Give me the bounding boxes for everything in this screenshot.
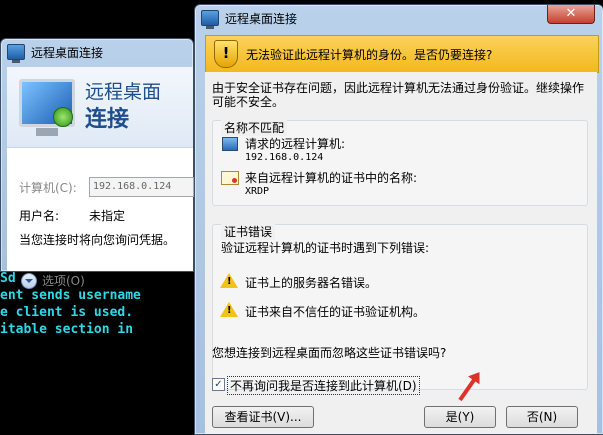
cert-name-value: XRDP (245, 186, 270, 197)
credential-note: 当您连接时将向您询问凭据。 (19, 233, 176, 247)
warning-triangle-icon: ! (220, 302, 238, 317)
cert-error-group: 证书错误 验证远程计算机的证书时遇到下列错误: ! 证书上的服务器名错误。 ! … (212, 223, 588, 390)
warning-text: 无法验证此远程计算机的身份。是否仍要连接? (246, 47, 493, 62)
expand-circle-icon (21, 272, 37, 289)
options-label: 选项(O) (42, 274, 85, 288)
username-value: 未指定 (89, 209, 126, 223)
name-mismatch-title: 名称不匹配 (221, 119, 288, 136)
banner-title-line1: 远程桌面 (85, 81, 162, 103)
options-button[interactable]: 选项(O) (21, 272, 85, 289)
requested-label: 请求的远程计算机: (245, 137, 346, 151)
back-window-body: 远程桌面 连接 计算机(C): 192.168.0.124 用户名: 未指定 当… (7, 67, 194, 289)
computer-label: 计算机(C): (19, 181, 77, 195)
username-label: 用户名: (19, 209, 60, 223)
cert-error-description: 验证远程计算机的证书时遇到下列错误: (221, 241, 430, 255)
no-button[interactable]: 否(N) (506, 406, 578, 428)
warning-triangle-icon: ! (220, 273, 238, 288)
back-banner: 远程桌面 连接 (7, 67, 193, 148)
connection-badge-icon (53, 107, 73, 127)
cert-name-label: 来自远程计算机的证书中的名称: (245, 171, 418, 185)
yes-button[interactable]: 是(Y) (424, 406, 496, 428)
rdc-app-icon (201, 10, 219, 29)
view-certificate-button[interactable]: 查看证书(V)... (212, 406, 314, 428)
dialog-title: 远程桌面连接 (225, 11, 298, 26)
intro-text: 由于安全证书存在问题，因此远程计算机无法通过身份验证。继续操作可能不安全。 (212, 81, 585, 109)
cert-warning-dialog[interactable]: 远程桌面连接 ✕ ! 无法验证此远程计算机的身份。是否仍要连接? 由于安全证书存… (194, 4, 603, 435)
rdc-back-window[interactable]: 远程桌面连接 远程桌面 连接 计算机(C): 192.168.0.124 用户名… (0, 38, 194, 289)
cert-error-item: 证书来自不信任的证书验证机构。 (245, 305, 426, 319)
requested-value: 192.168.0.124 (245, 152, 324, 163)
cert-error-item: 证书上的服务器名错误。 (245, 276, 378, 290)
dont-ask-checkbox[interactable]: ✓ (212, 378, 225, 391)
terminal-line: e client is used. (0, 305, 134, 320)
terminal-output: Sd ent sends username e client is used. … (0, 270, 220, 433)
warning-banner: ! 无法验证此远程计算机的身份。是否仍要连接? (205, 35, 599, 73)
security-shield-icon: ! (214, 40, 238, 68)
rdc-app-icon (7, 44, 25, 63)
banner-title-line2: 连接 (85, 107, 130, 132)
cert-error-title: 证书错误 (221, 223, 276, 240)
computer-input[interactable]: 192.168.0.124 (89, 177, 194, 197)
computer-icon (222, 137, 238, 151)
dialog-content: 由于安全证书存在问题，因此远程计算机无法通过身份验证。继续操作可能不安全。 名称… (205, 72, 597, 434)
terminal-line: itable section in (0, 322, 134, 337)
dont-ask-label[interactable]: 不再询问我是否连接到此计算机(D) (227, 376, 420, 395)
close-button[interactable]: ✕ (547, 5, 595, 24)
name-mismatch-group: 名称不匹配 请求的远程计算机: 192.168.0.124 来自远程计算机的证书… (212, 119, 588, 206)
certificate-icon (221, 171, 239, 185)
back-titlebar[interactable]: 远程桌面连接 (1, 39, 193, 65)
back-window-title: 远程桌面连接 (31, 45, 104, 60)
dialog-titlebar[interactable]: 远程桌面连接 (195, 5, 603, 31)
ignore-question: 您想连接到远程桌面而忽略这些证书错误吗? (212, 346, 447, 360)
terminal-line: ent sends username (0, 288, 141, 303)
